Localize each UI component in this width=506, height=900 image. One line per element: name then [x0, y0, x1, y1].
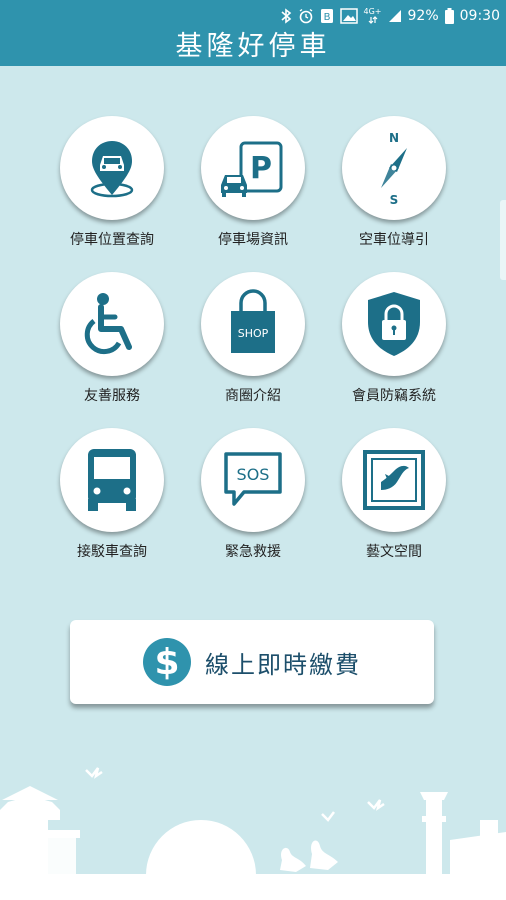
compass-icon: N S — [342, 116, 446, 220]
drawer-handle[interactable] — [500, 200, 506, 280]
menu-item-label: 緊急救援 — [225, 544, 281, 560]
compass-n-label: N — [389, 131, 399, 145]
app-title: 基隆好停車 — [0, 32, 506, 66]
menu-item-label: 會員防竊系統 — [352, 388, 436, 404]
dollar-icon: $ — [143, 638, 191, 686]
menu-item-label: 友善服務 — [84, 388, 140, 404]
menu-item-friendly-service[interactable]: 友善服務 — [32, 272, 192, 405]
menu-item-parking-location[interactable]: 停車位置查詢 — [32, 116, 192, 249]
online-payment-button[interactable]: $ 線上即時繳費 — [70, 620, 434, 704]
menu-item-vacancy-guide[interactable]: N S 空車位導引 — [314, 116, 474, 249]
menu-item-shopping-district[interactable]: SHOP 商圈介紹 — [173, 272, 333, 405]
wheelchair-icon — [60, 272, 164, 376]
clock: 09:30 — [459, 8, 500, 24]
sos-text: SOS — [237, 465, 270, 484]
parking-letter: P — [250, 151, 272, 186]
sos-bubble-icon: SOS — [201, 428, 305, 532]
menu-item-shuttle-bus[interactable]: 接駁車查詢 — [32, 428, 192, 561]
shop-text: SHOP — [238, 327, 269, 340]
image-icon — [339, 8, 358, 24]
shield-lock-icon — [342, 272, 446, 376]
menu-item-label: 接駁車查詢 — [77, 544, 147, 560]
compass-s-label: S — [390, 193, 399, 207]
menu-item-label: 停車場資訊 — [218, 232, 288, 248]
network-4g-icon: 4G+ — [364, 8, 382, 24]
harbor-scenery-illustration — [0, 767, 506, 900]
bluetooth-icon — [280, 8, 292, 24]
battery-icon — [444, 8, 454, 24]
svg-text:B: B — [323, 12, 330, 23]
shopping-bag-icon: SHOP — [201, 272, 305, 376]
alarm-icon — [298, 8, 314, 24]
parking-lot-icon: P — [201, 116, 305, 220]
menu-item-label: 停車位置查詢 — [70, 232, 154, 248]
menu-item-art-space[interactable]: 藝文空間 — [314, 428, 474, 561]
art-frame-icon — [342, 428, 446, 532]
car-location-pin-icon — [60, 116, 164, 220]
signal-icon — [388, 9, 402, 23]
bus-icon — [60, 428, 164, 532]
menu-item-label: 藝文空間 — [366, 544, 422, 560]
battery-percent: 92% — [407, 8, 439, 24]
network-label: 4G+ — [363, 7, 382, 16]
status-bar: B 4G+ 92% 09:30 — [0, 0, 506, 32]
menu-item-parking-info[interactable]: P 停車場資訊 — [173, 116, 333, 249]
menu-item-anti-theft[interactable]: 會員防竊系統 — [314, 272, 474, 405]
menu-item-emergency[interactable]: SOS 緊急救援 — [173, 428, 333, 561]
menu-item-label: 商圈介紹 — [225, 388, 281, 404]
online-payment-label: 線上即時繳費 — [205, 650, 361, 679]
notification-box-icon: B — [320, 8, 334, 24]
menu-item-label: 空車位導引 — [359, 232, 429, 248]
